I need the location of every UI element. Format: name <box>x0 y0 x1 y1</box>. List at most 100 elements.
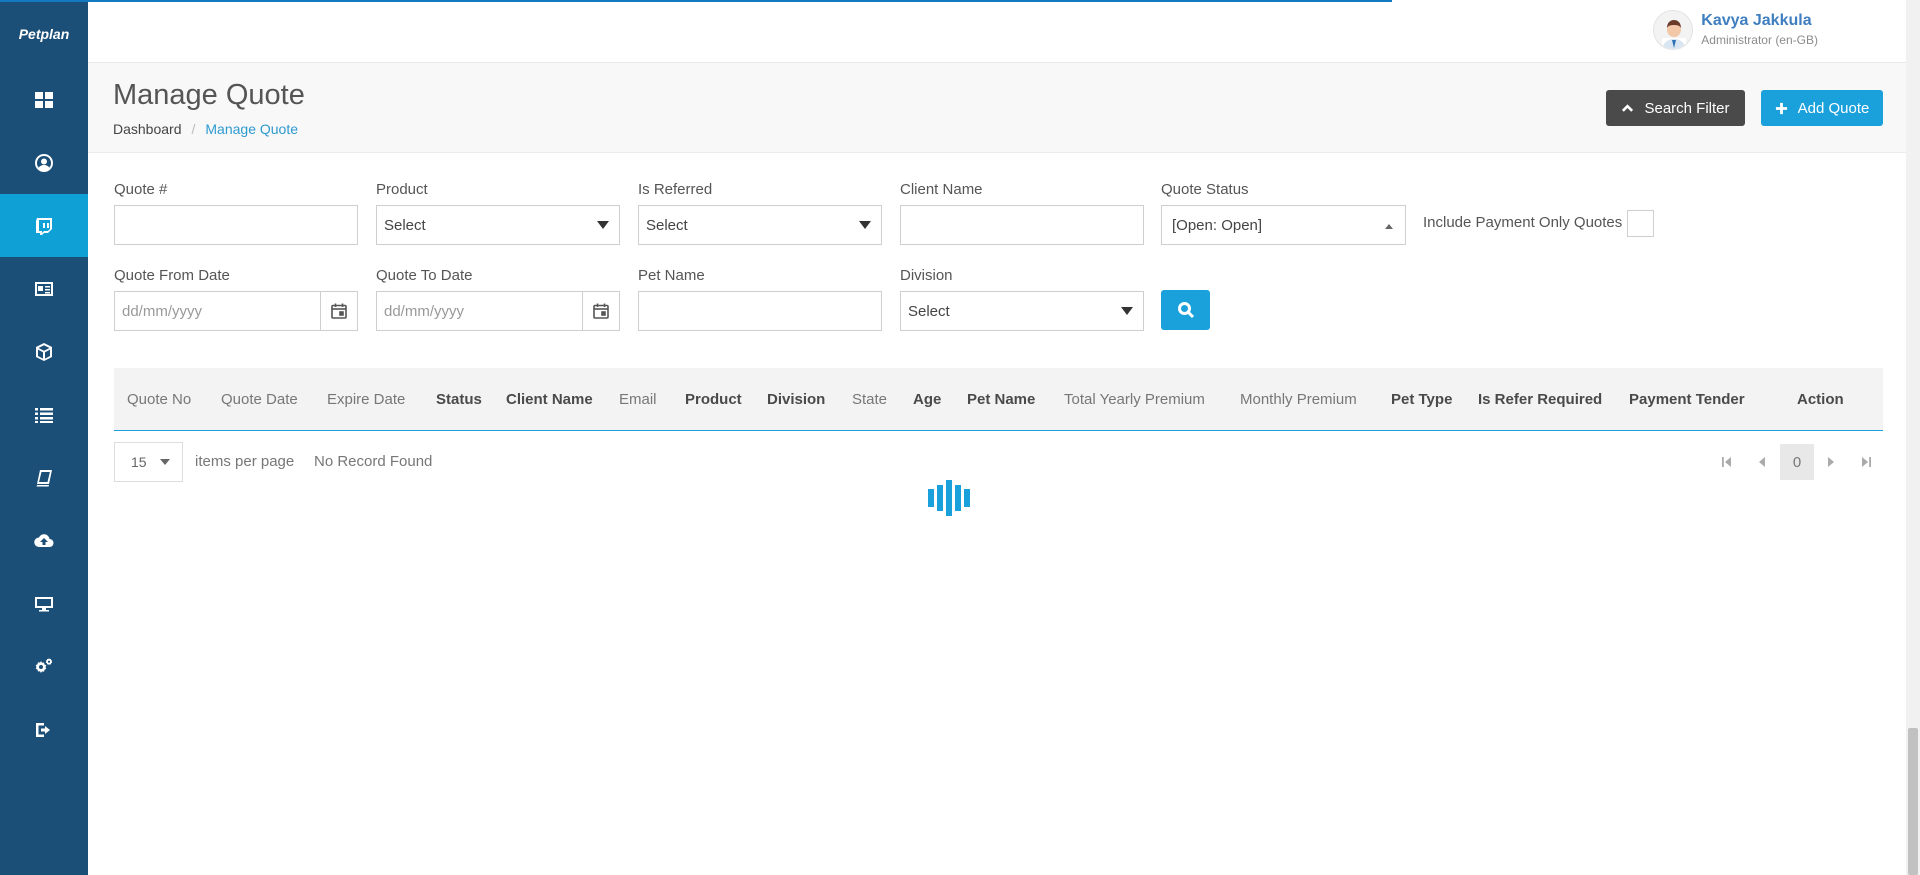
page-scrollbar[interactable] <box>1906 0 1920 875</box>
search-filter-label: Search Filter <box>1644 99 1730 117</box>
top-bar: Kavya Jakkula Administrator (en-GB) <box>88 0 1906 63</box>
search-button[interactable] <box>1161 290 1210 330</box>
desktop-icon <box>35 596 53 611</box>
sidebar-item-clients[interactable] <box>0 257 88 320</box>
user-role-title: Administrator <box>1701 33 1772 47</box>
sidebar-item-display[interactable] <box>0 572 88 635</box>
column-pet-name[interactable]: Pet Name <box>967 368 1035 431</box>
last-page-icon <box>1862 457 1871 467</box>
previous-page-icon <box>1759 457 1765 467</box>
list-icon <box>35 407 53 423</box>
user-role: Administrator (en-GB) <box>1701 33 1818 47</box>
product-label: Product <box>376 181 428 198</box>
column-division[interactable]: Division <box>767 368 825 431</box>
is-referred-select[interactable]: Select <box>638 205 882 245</box>
user-avatar-icon <box>1662 20 1687 49</box>
calendar-icon <box>331 303 347 319</box>
quote-status-select-value: [Open: Open] <box>1172 216 1263 234</box>
calendar-icon <box>593 303 609 319</box>
first-page-icon <box>1722 457 1731 467</box>
page-load-progress <box>0 0 1392 2</box>
avatar[interactable] <box>1653 10 1694 50</box>
include-payment-only-checkbox[interactable] <box>1627 210 1654 237</box>
plus-icon <box>1775 102 1787 114</box>
loading-spinner-icon <box>928 478 973 518</box>
chevron-down-icon <box>1121 307 1133 315</box>
pet-name-label: Pet Name <box>638 267 705 284</box>
pet-name-input[interactable] <box>638 291 882 331</box>
sidebar-item-dashboard[interactable] <box>0 68 88 131</box>
column-product[interactable]: Product <box>685 368 742 431</box>
column-quote-date[interactable]: Quote Date <box>221 368 298 431</box>
cube-icon <box>36 342 52 361</box>
sidebar-item-settings[interactable] <box>0 635 88 698</box>
user-circle-icon <box>35 153 53 172</box>
quote-from-date-picker-button[interactable] <box>320 292 357 330</box>
column-monthly-premium[interactable]: Monthly Premium <box>1240 368 1357 431</box>
brand-logo[interactable]: Petplan <box>0 0 88 68</box>
items-per-page-label: items per page <box>195 453 295 470</box>
current-page[interactable]: 0 <box>1780 444 1814 480</box>
page-size-select[interactable]: 15 <box>114 442 183 482</box>
add-quote-button[interactable]: Add Quote <box>1761 90 1883 126</box>
quote-to-date-placeholder: dd/mm/yyyy <box>384 302 465 320</box>
book-icon <box>36 469 52 486</box>
column-expire-date[interactable]: Expire Date <box>327 368 405 431</box>
quote-to-date-picker-button[interactable] <box>582 292 619 330</box>
chevron-up-icon <box>1622 103 1634 112</box>
chevron-down-icon <box>160 459 170 465</box>
dashboard-icon <box>35 91 53 108</box>
page-size-value: 15 <box>131 454 147 470</box>
cloud-upload-icon <box>34 533 54 547</box>
sidebar: Petplan <box>0 0 88 875</box>
column-quote-no[interactable]: Quote No <box>127 368 191 431</box>
sidebar-item-docs[interactable] <box>0 446 88 509</box>
user-name[interactable]: Kavya Jakkula <box>1701 12 1818 30</box>
breadcrumb-current: Manage Quote <box>205 121 299 137</box>
page-header: Manage Quote Dashboard / Manage Quote Se… <box>88 63 1906 153</box>
column-is-refer-required[interactable]: Is Refer Required <box>1478 368 1602 431</box>
first-page-button[interactable] <box>1712 446 1742 478</box>
sidebar-item-users[interactable] <box>0 131 88 194</box>
quote-from-date-placeholder: dd/mm/yyyy <box>122 302 203 320</box>
next-page-button[interactable] <box>1816 446 1846 478</box>
product-select[interactable]: Select <box>376 205 620 245</box>
sidebar-item-lists[interactable] <box>0 383 88 446</box>
sidebar-item-products[interactable] <box>0 320 88 383</box>
breadcrumb-separator: / <box>191 121 196 137</box>
quote-status-select[interactable]: [Open: Open] <box>1161 205 1406 245</box>
column-email[interactable]: Email <box>619 368 657 431</box>
chevron-up-icon <box>1385 224 1393 229</box>
column-total-yearly-premium[interactable]: Total Yearly Premium <box>1064 368 1205 431</box>
sidebar-item-upload[interactable] <box>0 509 88 572</box>
column-state[interactable]: State <box>852 368 887 431</box>
quote-no-input[interactable] <box>114 205 358 245</box>
quote-from-date-label: Quote From Date <box>114 267 230 284</box>
scrollbar-thumb[interactable] <box>1908 728 1918 875</box>
column-client-name[interactable]: Client Name <box>506 368 593 431</box>
add-quote-label: Add Quote <box>1797 99 1870 117</box>
sidebar-item-logout[interactable] <box>0 698 88 761</box>
quotes-grid-header: Quote No Quote Date Expire Date Status C… <box>114 368 1883 431</box>
chevron-down-icon <box>597 221 609 229</box>
column-pet-type[interactable]: Pet Type <box>1391 368 1452 431</box>
column-payment-tender[interactable]: Payment Tender <box>1629 368 1745 431</box>
sidebar-item-quotes[interactable] <box>0 194 88 257</box>
previous-page-button[interactable] <box>1747 446 1777 478</box>
user-locale: (en-GB) <box>1775 33 1818 47</box>
last-page-button[interactable] <box>1851 446 1881 478</box>
column-status[interactable]: Status <box>436 368 482 431</box>
user-menu[interactable]: Kavya Jakkula Administrator (en-GB) <box>1653 10 1818 50</box>
chevron-down-icon <box>859 221 871 229</box>
id-card-icon <box>35 281 53 296</box>
quote-to-date-input[interactable]: dd/mm/yyyy <box>376 291 620 331</box>
client-name-input[interactable] <box>900 205 1144 245</box>
quote-status-label: Quote Status <box>1161 181 1249 198</box>
search-filter-button[interactable]: Search Filter <box>1606 90 1745 126</box>
column-age[interactable]: Age <box>913 368 941 431</box>
division-select[interactable]: Select <box>900 291 1144 331</box>
quote-from-date-input[interactable]: dd/mm/yyyy <box>114 291 358 331</box>
column-action: Action <box>1797 391 1844 408</box>
breadcrumb-dashboard[interactable]: Dashboard <box>113 121 182 137</box>
next-page-icon <box>1828 457 1834 467</box>
